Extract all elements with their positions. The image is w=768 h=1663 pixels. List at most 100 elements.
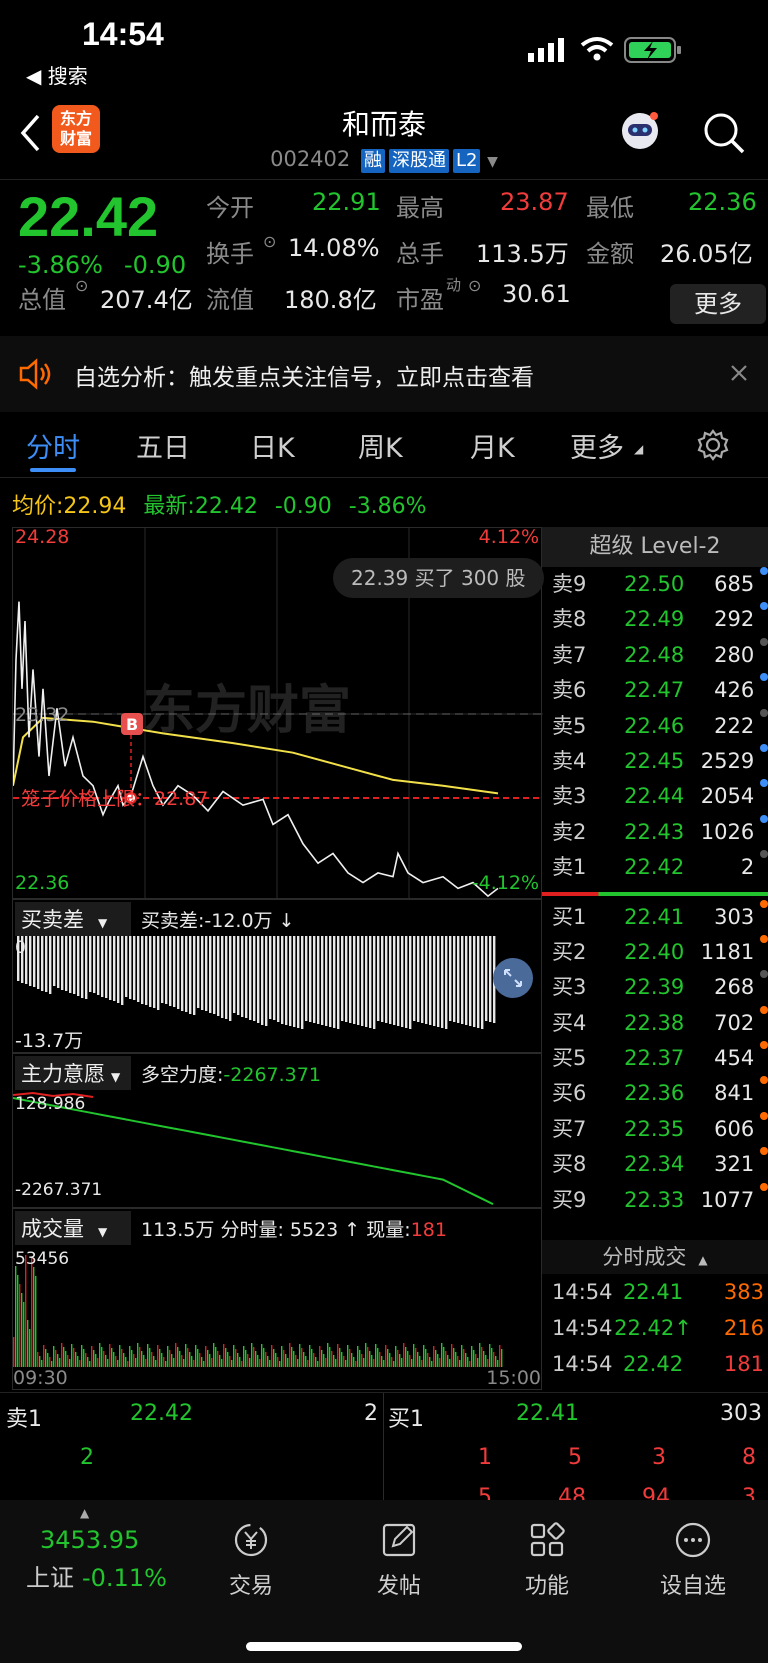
post-button[interactable]: 发帖 [330,1520,468,1600]
diff-selector[interactable]: 买卖差 ▼ [15,902,131,936]
bid-price: 22.38 [624,1010,685,1035]
tab-intraday[interactable]: 分时 [26,426,80,465]
info-icon[interactable]: ⊙ [468,276,481,295]
bid-indicator-dot [760,934,768,943]
expand-up-icon[interactable]: ▲ [80,1506,89,1520]
ask-indicator-dot [760,708,768,717]
close-icon[interactable] [730,364,748,382]
bid-row[interactable]: 买9 22.33 1077 [542,1182,768,1218]
bid-volume: 702 [714,1010,755,1035]
trade-bubble[interactable]: 22.39 买了 300 股 [333,558,544,598]
ask-row[interactable]: 卖8 22.49 292 [542,602,768,637]
functions-button[interactable]: 功能 [478,1520,616,1600]
bid-row[interactable]: 买5 22.37 454 [542,1041,768,1076]
stock-code: 002402 [270,147,351,171]
bid-indicator-dot [760,1147,768,1156]
bid-level: 买2 [552,939,587,964]
ask-row[interactable]: 卖3 22.44 2054 [542,779,768,814]
ask-row[interactable]: 卖6 22.47 426 [542,673,768,708]
open-value: 22.91 [312,188,381,216]
tab-daily-k[interactable]: 日K [250,426,295,465]
trade-button[interactable]: 交易 [182,1520,320,1600]
bid-price: 22.36 [624,1081,685,1106]
bid-row[interactable]: 买1 22.41 303 [542,899,768,935]
index-widget[interactable]: 上证 -0.11% [26,1558,167,1593]
bid-volume: 268 [714,975,755,1000]
bid-row[interactable]: 买7 22.35 606 [542,1111,768,1147]
intraday-chart[interactable]: 东方财富 B 24.28 4.12% 23.32 22.36 -4.12% 笼子… [12,526,544,900]
functions-label: 功能 [524,1574,569,1599]
post-label: 发帖 [376,1574,421,1599]
sell1-label: 卖1 [6,1407,42,1432]
ask-indicator-dot [760,814,768,823]
ask-level: 卖1 [552,855,587,880]
ask-price: 22.43 [624,819,685,844]
ask-volume: 685 [714,572,755,596]
ask-row[interactable]: 卖9 22.50 685 [542,567,768,602]
grid-apps-icon [530,1522,565,1557]
change-amount: -0.90 [124,251,187,279]
volume-selector[interactable]: 成交量 ▼ [15,1211,131,1245]
expand-icon[interactable] [493,958,533,998]
ask-price: 22.45 [624,748,685,773]
bid-row[interactable]: 买3 22.39 268 [542,970,768,1005]
tick-price: 22.42 [622,1352,684,1376]
main-force-selector[interactable]: 主力意愿 ▼ [15,1056,131,1090]
volume-total: 113.5万 [141,1219,215,1241]
wifi-icon [580,37,614,61]
bid-indicator-dot [760,1076,768,1085]
tab-five-day[interactable]: 五日 [136,426,190,465]
add-watchlist-button[interactable]: 设自选 [624,1520,762,1600]
chart-ymax: 24.28 [15,526,70,548]
ask-volume: 426 [714,678,755,703]
bid-volume: 303 [714,904,755,929]
buy-marker-letter: B [126,715,138,734]
price-summary-line: 均价:22.94 最新:22.42 -0.90 -3.86% [12,488,427,520]
ask-row[interactable]: 卖2 22.43 1026 [542,814,768,850]
add-watchlist-label: 设自选 [659,1574,726,1599]
tick-trades-panel[interactable]: 分时成交 ▲ 14:54 22.41 383 14:54 22.42↑ 216 14:54 22… [542,1240,768,1390]
status-time: 14:54 [82,16,164,52]
robot-assistant-icon[interactable] [616,107,664,155]
ask-level: 卖9 [552,572,587,596]
analysis-alert-banner[interactable]: 自选分析：触发重点关注信号，立即点击查看 [0,336,768,412]
active-tab-indicator [30,468,76,472]
tab-weekly-k[interactable]: 周K [358,426,403,465]
bid-row[interactable]: 买6 22.36 841 [542,1076,768,1111]
main-force-tab-label: 主力意愿 [21,1062,105,1086]
last-pct: -3.86% [348,494,427,519]
diff-value: 买卖差:-12.0万 ↓ [141,910,295,932]
bid-level: 买4 [552,1010,587,1035]
ask-price: 22.50 [624,572,685,596]
ask-row[interactable]: 卖7 22.48 280 [542,637,768,673]
info-icon[interactable]: ⊙ [263,232,276,251]
bid-row[interactable]: 买2 22.40 1181 [542,934,768,970]
minute-volume-label: 分时量: [220,1219,284,1241]
back-to-app-link[interactable]: ◀ 搜索 [26,60,88,89]
level2-orderbook[interactable]: 超级 Level-2 卖9 22.50 685 卖8 22.49 292 卖7 22.48 28… [542,527,768,1218]
bid-indicator-dot [760,1041,768,1050]
ask-volume: 280 [714,642,755,667]
ask-row[interactable]: 卖4 22.45 2529 [542,743,768,779]
more-button[interactable]: 更多 [670,284,766,324]
ask-indicator-dot [760,637,768,646]
bid-row[interactable]: 买4 22.38 702 [542,1005,768,1041]
ask-price: 22.49 [624,607,685,632]
tab-monthly-k[interactable]: 月K [470,426,515,465]
ask-indicator-dot [760,743,768,752]
ask-volume: 222 [714,713,755,738]
sell1-volume: 2 [364,1401,378,1426]
tab-more[interactable]: 更多 [570,426,624,465]
ask-row[interactable]: 卖5 22.46 222 [542,708,768,744]
info-icon[interactable]: ⊙ [75,276,88,295]
ask-row[interactable]: 卖1 22.42 2 [542,850,768,885]
buy-queue-item: 3 [652,1445,666,1470]
bid-row[interactable]: 买8 22.34 321 [542,1147,768,1182]
search-icon[interactable] [702,111,746,155]
battery-charging-icon [624,37,681,63]
bottom-toolbar: ▲ 3453.95 上证 -0.11% 交易 发帖 功能 设自选 [0,1500,768,1663]
settings-gear-icon[interactable] [696,428,730,462]
tick-trades-header[interactable]: 分时成交 ▲ [542,1240,768,1274]
bid-level: 买8 [552,1152,587,1177]
ask-level: 卖2 [552,819,587,844]
